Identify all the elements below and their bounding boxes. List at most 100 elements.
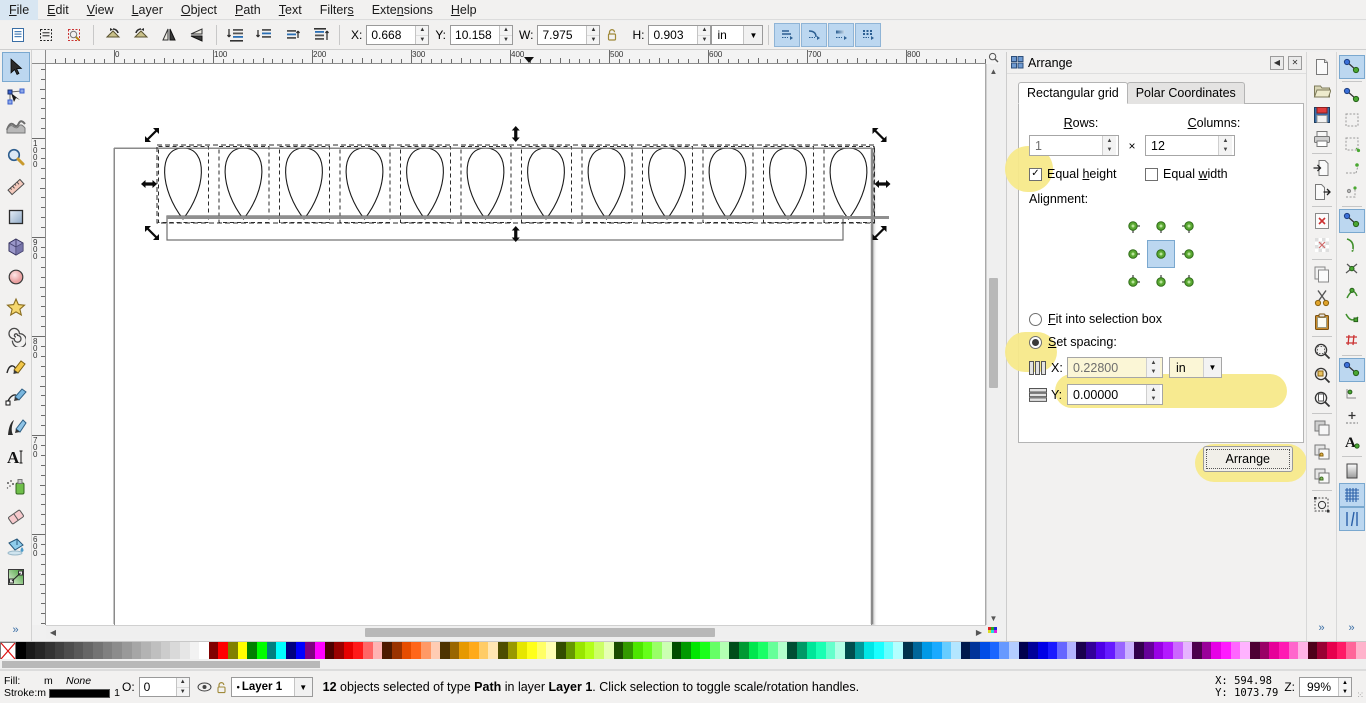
color-swatch[interactable]: [960, 642, 971, 660]
petal-path[interactable]: [406, 147, 444, 220]
fit-radio-button[interactable]: [1029, 312, 1042, 326]
color-swatch[interactable]: [951, 642, 961, 660]
color-swatch[interactable]: [787, 642, 797, 660]
snap-rotation-centers-icon[interactable]: [1339, 382, 1365, 406]
align-center[interactable]: [1147, 240, 1175, 268]
menu-edit[interactable]: Edit: [38, 0, 78, 20]
color-swatch[interactable]: [131, 642, 142, 660]
color-swatch[interactable]: [170, 642, 180, 660]
color-swatch[interactable]: [179, 642, 190, 660]
lower-to-bottom-icon[interactable]: [223, 23, 249, 47]
color-swatch[interactable]: [1192, 642, 1202, 660]
spacing-radio-button[interactable]: [1029, 335, 1042, 349]
color-swatch[interactable]: [1172, 642, 1183, 660]
menu-text[interactable]: Text: [270, 0, 311, 20]
snap-bar-overflow-button[interactable]: »: [1348, 622, 1354, 634]
scroll-left-icon[interactable]: ◀: [46, 626, 60, 640]
palette-picker-icon[interactable]: [986, 625, 1000, 639]
snap-grid-toggle[interactable]: [1338, 483, 1365, 507]
color-swatch[interactable]: [555, 642, 566, 660]
color-swatch[interactable]: [613, 642, 624, 660]
affect-gradients-toggle[interactable]: [828, 23, 855, 47]
snap-paths-icon[interactable]: [1339, 233, 1365, 257]
petal-path[interactable]: [648, 147, 686, 220]
equal-width-checkbox[interactable]: Equal width: [1145, 167, 1228, 181]
scale-handle-bottom-right[interactable]: [872, 226, 887, 240]
scroll-down-icon[interactable]: ▼: [987, 611, 1001, 625]
rectangle-tool[interactable]: [2, 202, 30, 232]
zoom-drawing-icon[interactable]: [1309, 363, 1335, 387]
color-swatch[interactable]: [150, 642, 161, 660]
text-tool[interactable]: A: [2, 442, 30, 472]
color-swatch[interactable]: [931, 642, 942, 660]
petal-path[interactable]: [829, 147, 868, 220]
h-spin-arrows[interactable]: ▲ ▼: [697, 26, 711, 44]
color-swatch[interactable]: [16, 642, 26, 660]
horizontal-scrollbar[interactable]: ◀ ▶: [46, 625, 986, 639]
raise-to-top-icon[interactable]: [307, 23, 333, 47]
y-spin-arrows[interactable]: ▲ ▼: [499, 26, 513, 44]
color-swatch[interactable]: [122, 642, 132, 660]
horizontal-ruler[interactable]: 0 100 200 300 400 500 600 700 800: [46, 50, 986, 64]
spiral-tool[interactable]: [2, 322, 30, 352]
color-swatch[interactable]: [469, 642, 479, 660]
y-spinner[interactable]: ▲▼: [450, 25, 514, 45]
rows-spinner[interactable]: ▲▼: [1029, 135, 1119, 156]
color-swatch[interactable]: [507, 642, 518, 660]
color-swatch[interactable]: [1028, 642, 1038, 660]
resize-grip[interactable]: ⁙: [1356, 690, 1364, 701]
petal-path[interactable]: [769, 147, 807, 220]
zoom-indicator-corner[interactable]: [986, 50, 1000, 64]
color-swatch[interactable]: [719, 642, 730, 660]
color-swatch[interactable]: [391, 642, 402, 660]
color-swatch[interactable]: [661, 642, 672, 660]
color-swatch[interactable]: [893, 642, 903, 660]
menu-layer[interactable]: Layer: [123, 0, 172, 20]
color-swatch[interactable]: [536, 642, 547, 660]
color-swatch[interactable]: [430, 642, 441, 660]
color-swatch[interactable]: [796, 642, 807, 660]
opacity-spinner[interactable]: ▲▼: [138, 677, 190, 697]
print-document-icon[interactable]: [1309, 127, 1335, 151]
lower-one-step-icon[interactable]: [251, 23, 277, 47]
snap-page-border-icon[interactable]: [1339, 406, 1365, 430]
toolbox-overflow-button[interactable]: »: [12, 624, 18, 636]
v-scroll-thumb[interactable]: [989, 278, 998, 388]
color-swatch[interactable]: [1047, 642, 1058, 660]
color-swatch[interactable]: [671, 642, 682, 660]
color-swatch[interactable]: [372, 642, 383, 660]
chevron-down-icon[interactable]: ▼: [743, 26, 763, 44]
units-dropdown[interactable]: in ▼: [711, 25, 764, 45]
opacity-input[interactable]: [139, 678, 176, 696]
paintbucket-tool[interactable]: [2, 532, 30, 562]
color-swatch[interactable]: [334, 642, 344, 660]
color-swatch[interactable]: [488, 642, 499, 660]
drawing-canvas[interactable]: [46, 64, 986, 625]
align-middle-right[interactable]: [1175, 240, 1203, 268]
color-swatch[interactable]: [1066, 642, 1077, 660]
duplicate-icon[interactable]: [1309, 416, 1335, 440]
color-swatch[interactable]: [1336, 642, 1347, 660]
gradient-tool[interactable]: [2, 562, 30, 592]
palette-scroll-thumb[interactable]: [2, 660, 320, 668]
scale-handle-bottom-left[interactable]: [145, 226, 159, 240]
color-swatch[interactable]: [517, 642, 527, 660]
color-swatch[interactable]: [1115, 642, 1125, 660]
color-swatch[interactable]: [739, 642, 749, 660]
spacing-y-input[interactable]: [1068, 385, 1146, 404]
color-swatch[interactable]: [941, 642, 952, 660]
scale-handle-middle-left[interactable]: [141, 180, 157, 188]
snap-bbox-centers-icon[interactable]: [1339, 180, 1365, 204]
color-swatch[interactable]: [141, 642, 151, 660]
color-swatch[interactable]: [257, 642, 267, 660]
color-swatch[interactable]: [44, 642, 55, 660]
color-swatch[interactable]: [864, 642, 875, 660]
color-swatch[interactable]: [25, 642, 36, 660]
color-swatch[interactable]: [1230, 642, 1241, 660]
zoom-spinner[interactable]: ▲ ▼: [1299, 677, 1352, 697]
petal-path[interactable]: [466, 147, 505, 220]
align-top-right[interactable]: [1175, 212, 1203, 240]
snap-text-baseline-icon[interactable]: A: [1339, 430, 1365, 454]
color-swatch[interactable]: [189, 642, 200, 660]
underlying-rect[interactable]: [166, 215, 844, 241]
